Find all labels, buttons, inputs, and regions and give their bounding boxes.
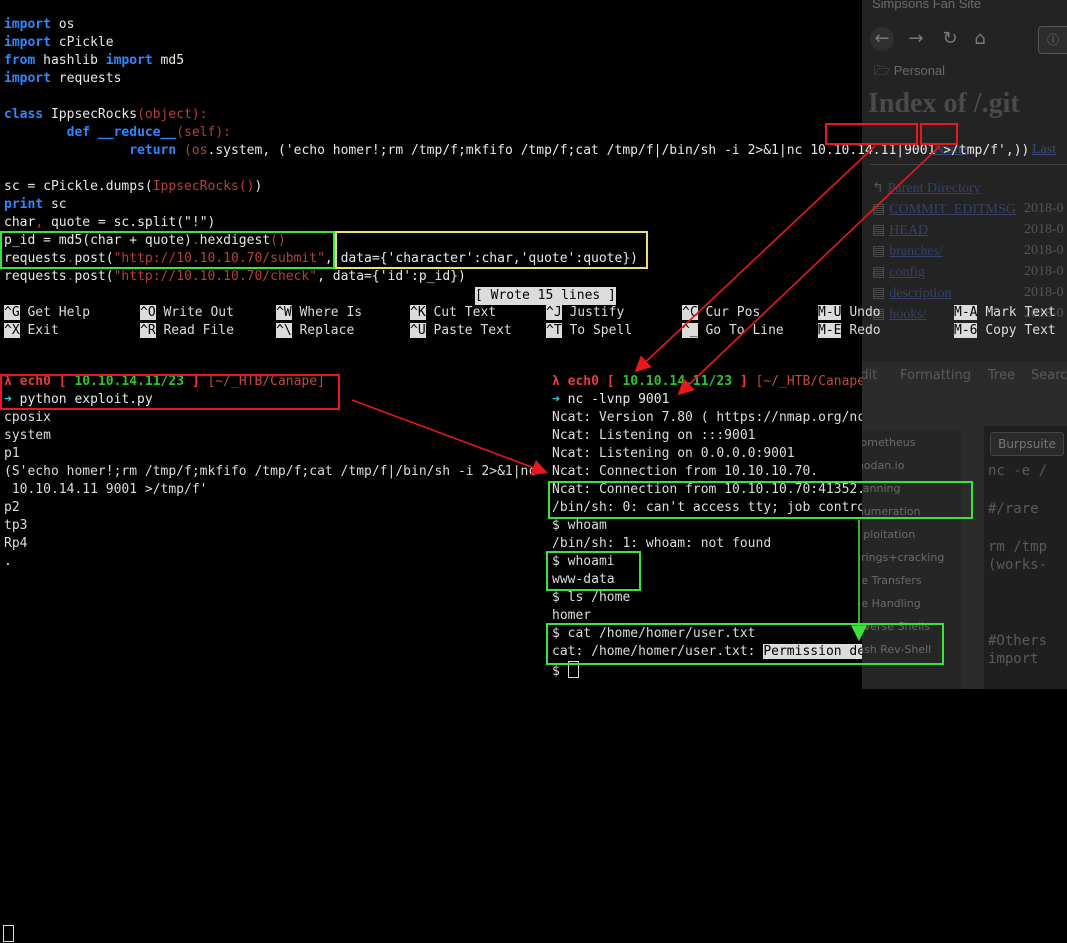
arrow-port xyxy=(677,145,941,396)
arrow-exploit xyxy=(351,399,548,476)
left-cursor xyxy=(3,925,14,943)
annotation-arrows xyxy=(351,145,941,642)
arrow-ip xyxy=(634,145,876,373)
